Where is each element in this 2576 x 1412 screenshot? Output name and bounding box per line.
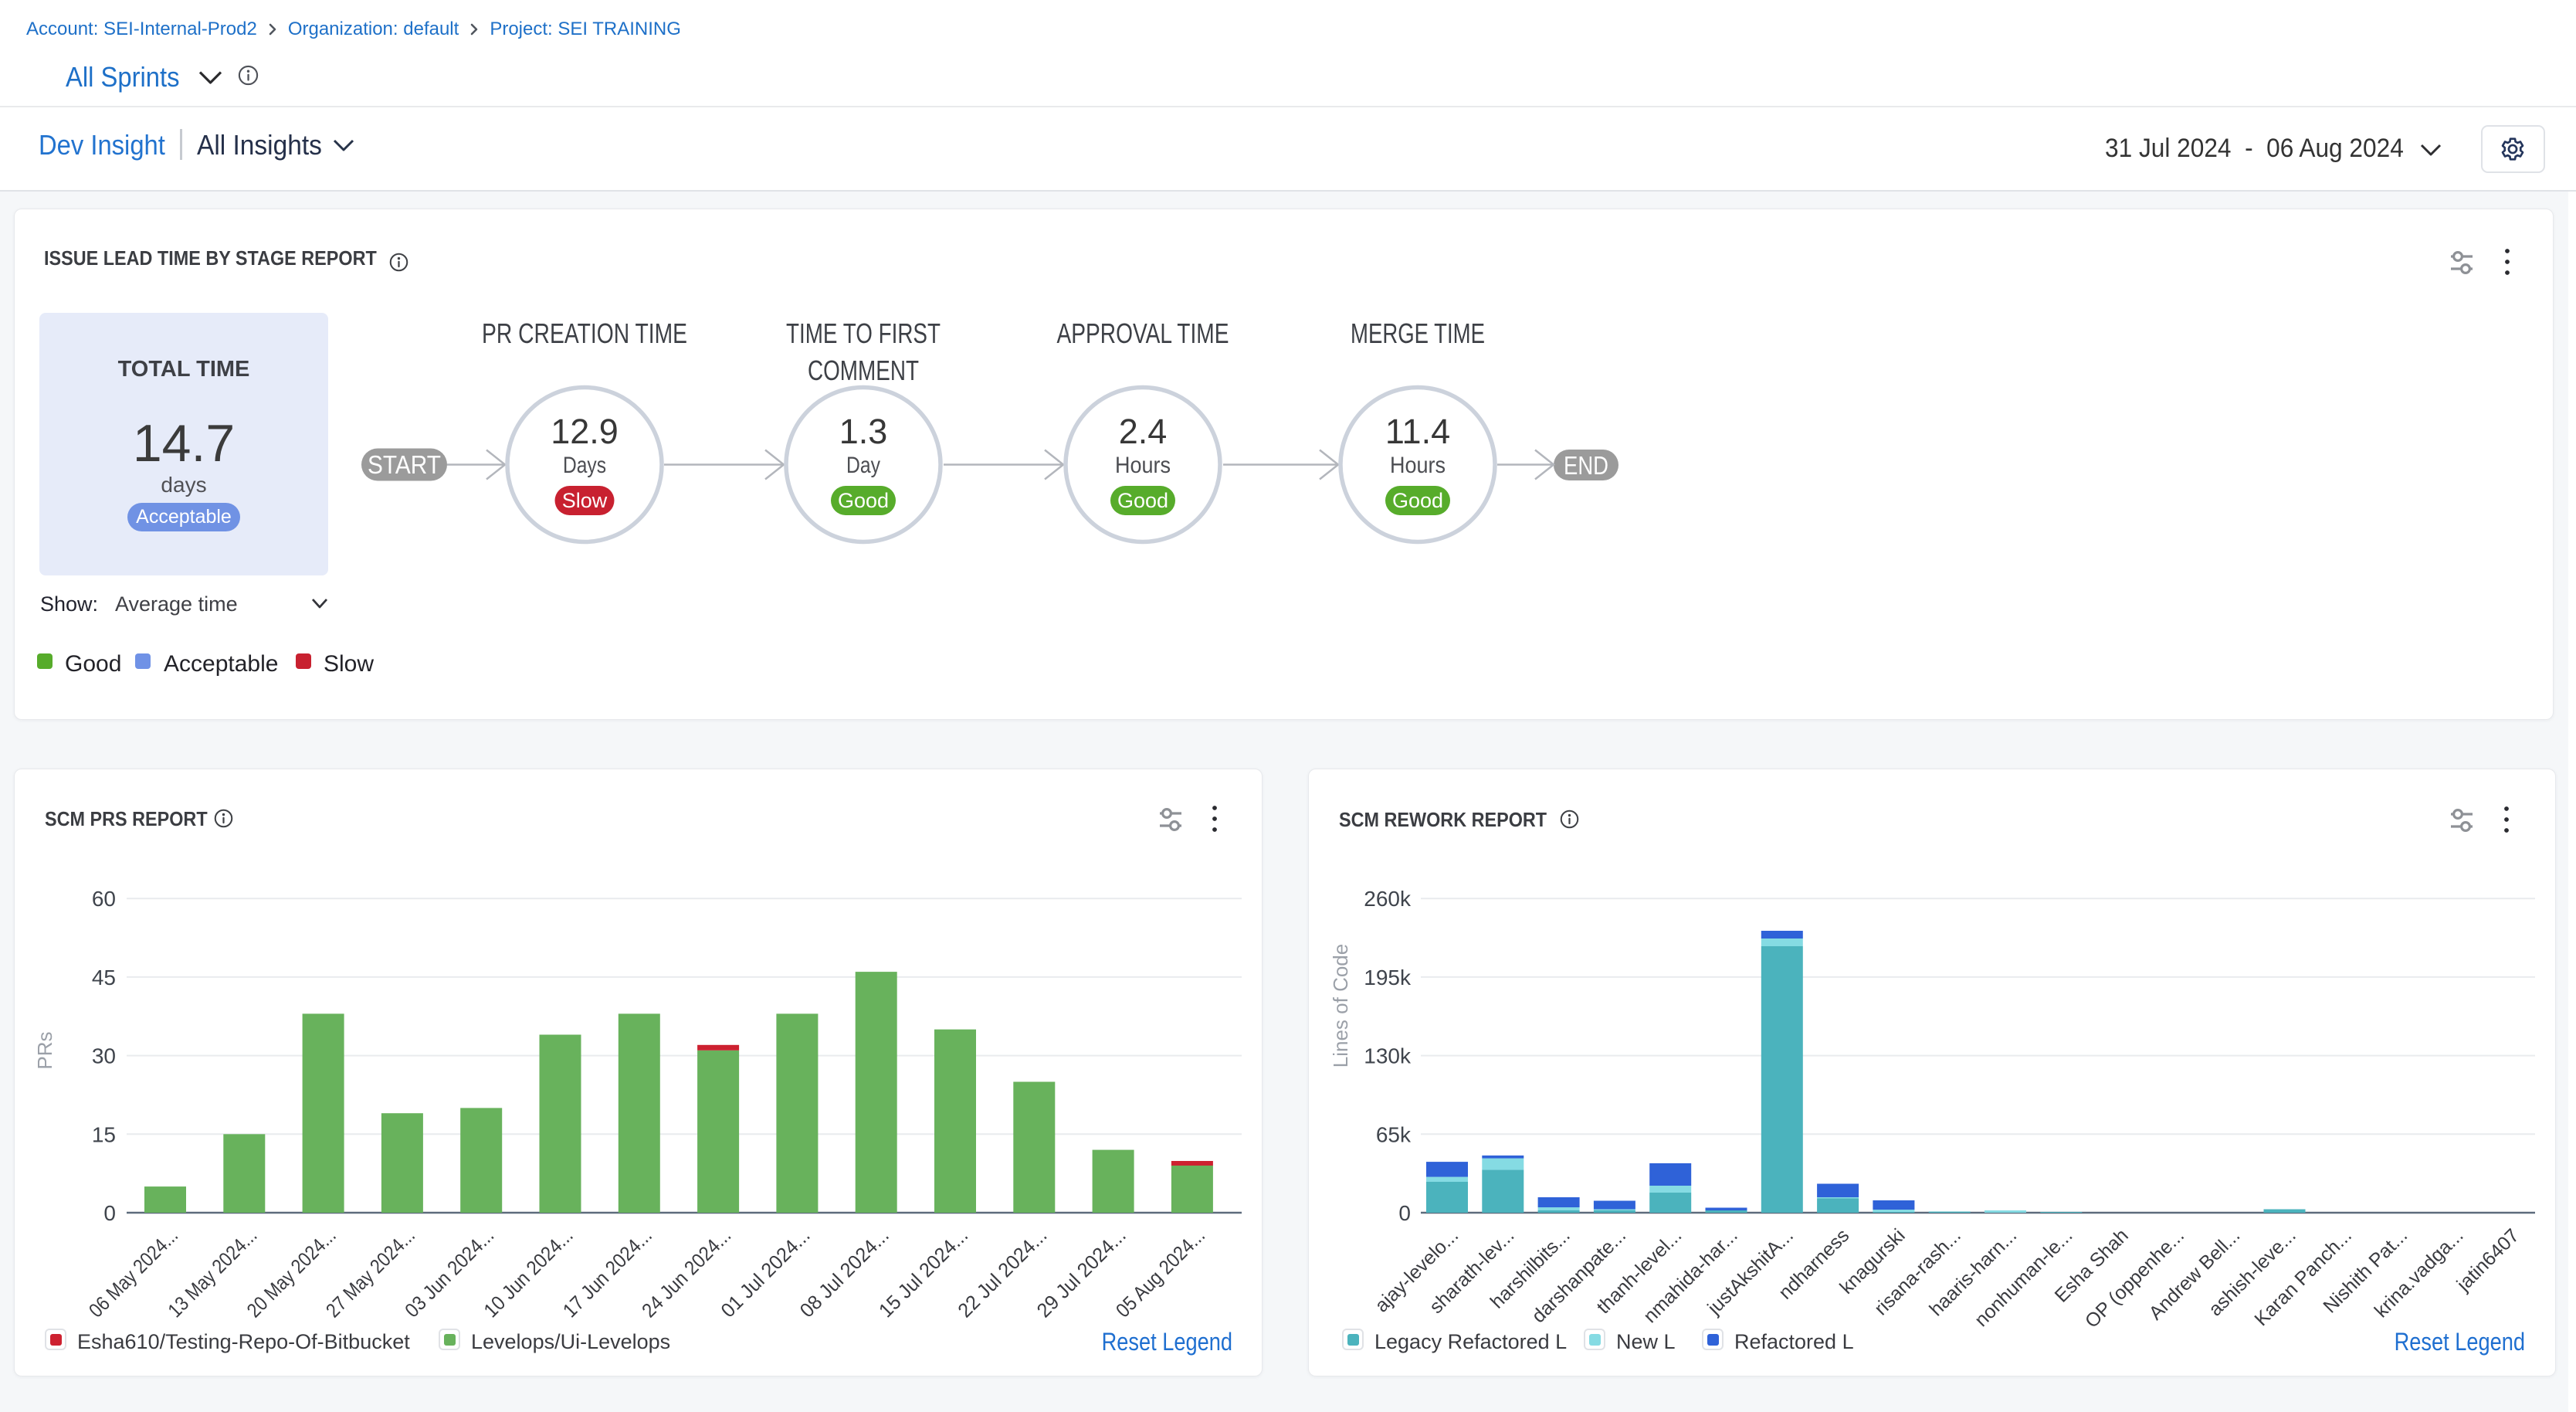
svg-text:MERGE TIME: MERGE TIME — [1351, 317, 1485, 349]
svg-text:nonhuman-le...: nonhuman-le... — [1971, 1224, 2077, 1331]
svg-text:END: END — [1564, 451, 1608, 480]
svg-text:11.4: 11.4 — [1385, 412, 1450, 451]
svg-text:12.9: 12.9 — [551, 412, 619, 451]
svg-text:Hours: Hours — [1390, 453, 1446, 478]
svg-text:START: START — [368, 450, 441, 479]
svg-text:260k: 260k — [1364, 887, 1412, 911]
svg-text:130k: 130k — [1364, 1044, 1412, 1068]
svg-text:0: 0 — [1398, 1201, 1411, 1225]
svg-text:Day: Day — [846, 453, 880, 478]
svg-text:Hours: Hours — [1115, 453, 1171, 478]
svg-text:PR CREATION TIME: PR CREATION TIME — [482, 317, 687, 349]
svg-text:30: 30 — [92, 1044, 116, 1068]
svg-text:Good: Good — [838, 489, 889, 512]
svg-text:Lines of Code: Lines of Code — [1329, 944, 1352, 1067]
svg-text:0: 0 — [103, 1201, 116, 1225]
svg-text:2.4: 2.4 — [1119, 412, 1168, 451]
svg-text:Karan Panch...: Karan Panch... — [2250, 1224, 2356, 1330]
svg-text:65k: 65k — [1376, 1122, 1412, 1146]
svg-text:Days: Days — [563, 453, 606, 478]
svg-text:15: 15 — [92, 1122, 116, 1146]
svg-text:TIME TO FIRST: TIME TO FIRST — [786, 317, 941, 349]
svg-text:OP (oppenhe...: OP (oppenhe... — [2081, 1224, 2188, 1332]
svg-text:45: 45 — [92, 966, 116, 989]
svg-text:1.3: 1.3 — [839, 412, 888, 451]
svg-text:COMMENT: COMMENT — [808, 355, 919, 386]
svg-text:PRs: PRs — [33, 1031, 56, 1069]
svg-text:APPROVAL TIME: APPROVAL TIME — [1057, 317, 1229, 349]
svg-text:Slow: Slow — [562, 489, 608, 512]
svg-text:195k: 195k — [1364, 966, 1412, 989]
svg-text:Good: Good — [1117, 489, 1168, 512]
svg-text:Good: Good — [1392, 489, 1443, 512]
svg-text:60: 60 — [92, 887, 116, 911]
